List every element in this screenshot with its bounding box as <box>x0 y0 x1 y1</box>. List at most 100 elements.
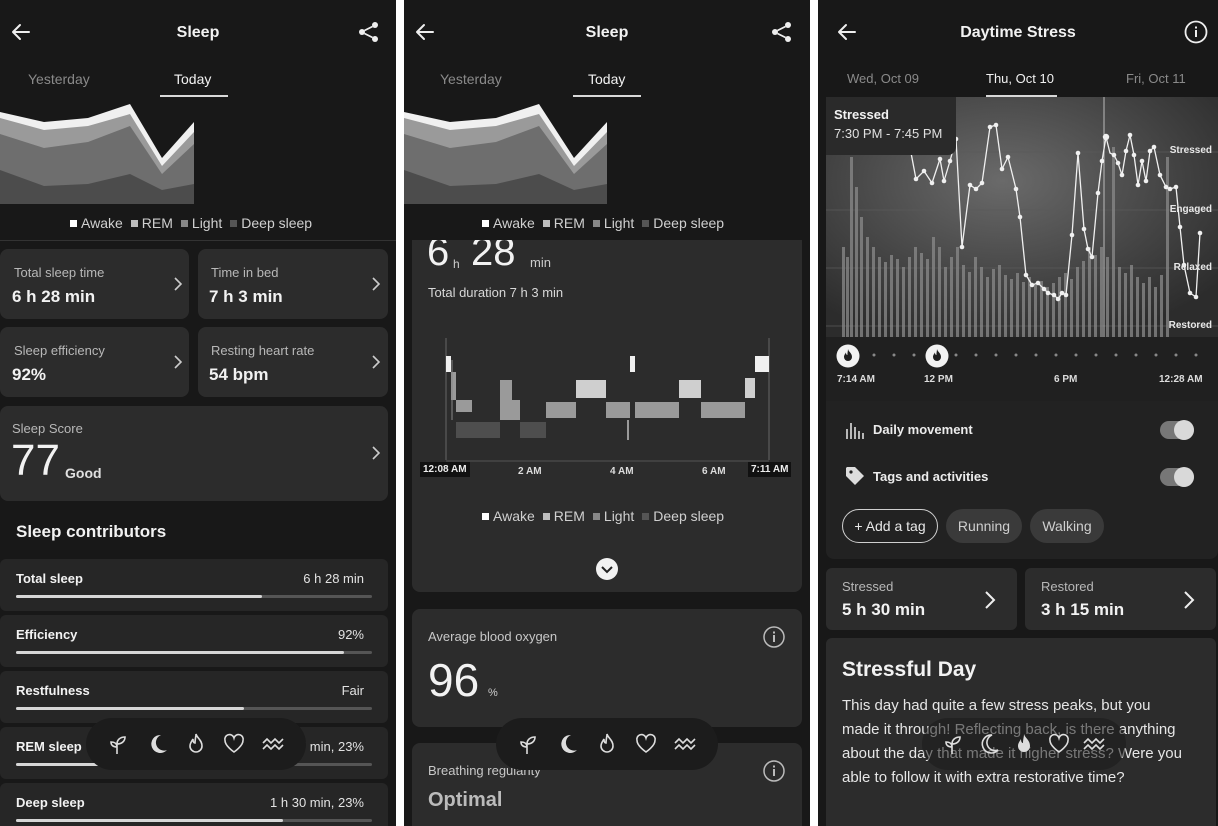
page-title: Sleep <box>585 24 629 41</box>
tab-wed-oct-09[interactable]: Wed, Oct 09 <box>847 71 919 86</box>
tag-chip-walking[interactable]: Walking <box>1030 509 1104 543</box>
chart-legend: Awake REM Light Deep sleep <box>70 215 312 231</box>
page-title: Sleep <box>176 24 220 41</box>
contributor-bar-fill <box>16 595 262 598</box>
contributor-bar <box>16 819 372 822</box>
tooltip-time: 7:30 PM - 7:45 PM <box>834 126 943 141</box>
tab-today[interactable]: Today <box>588 71 625 87</box>
contributor-name: Total sleep <box>16 571 83 586</box>
timeline-tick: 12 PM <box>924 374 953 385</box>
contributor-row[interactable]: Efficiency 92% <box>0 615 388 667</box>
chevron-right-icon <box>174 355 183 369</box>
hypnogram-tick: 4 AM <box>610 466 634 477</box>
hypnogram-tick: 6 AM <box>702 466 726 477</box>
share-icon[interactable] <box>770 20 794 44</box>
timeline-strip: 7:14 AM 12 PM 6 PM 12:28 AM <box>826 337 1218 401</box>
sprout-icon[interactable] <box>517 732 541 756</box>
activity-flame-icon[interactable] <box>836 344 860 368</box>
level-label-relaxed: Relaxed <box>1173 262 1212 273</box>
stressed-summary-card[interactable]: Stressed 5 h 30 min <box>826 568 1017 630</box>
info-icon[interactable] <box>1184 20 1208 44</box>
timeline-tick: 7:14 AM <box>837 374 875 385</box>
flame-icon[interactable] <box>184 732 208 756</box>
heart-icon[interactable] <box>634 732 658 756</box>
heart-icon[interactable] <box>1047 732 1071 756</box>
legend-item-rem: REM <box>542 508 585 524</box>
moon-icon[interactable] <box>977 732 1001 756</box>
sleep-score-card[interactable]: Sleep Score 77 Good <box>0 406 388 501</box>
tab-fri-oct-11[interactable]: Fri, Oct 11 <box>1126 71 1186 86</box>
moon-icon[interactable] <box>146 732 170 756</box>
share-icon[interactable] <box>357 20 381 44</box>
chevron-right-icon <box>372 446 381 460</box>
resting-heart-rate-card[interactable]: Resting heart rate 54 bpm <box>198 327 388 397</box>
tags-activities-toggle[interactable] <box>1160 467 1194 487</box>
tag-icon <box>846 467 864 485</box>
total-duration: Total duration 7 h 3 min <box>428 285 564 300</box>
waves-icon[interactable] <box>1082 732 1106 756</box>
restored-summary-card[interactable]: Restored 3 h 15 min <box>1025 568 1216 630</box>
chart-options-panel: Daily movement Tags and activities + Add… <box>826 401 1218 559</box>
contributor-bar <box>16 651 372 654</box>
waves-icon[interactable] <box>261 732 285 756</box>
contributor-value: Fair <box>341 683 364 698</box>
breathing-value: Optimal <box>428 789 503 811</box>
hypnogram-start-time: 12:08 AM <box>420 462 470 477</box>
heart-icon[interactable] <box>222 732 246 756</box>
sleep-efficiency-card[interactable]: Sleep efficiency 92% <box>0 327 189 397</box>
sleep-stages-area-chart <box>404 104 607 204</box>
legend-item-deep: Deep sleep <box>230 215 312 231</box>
legend-item-light: Light <box>592 508 634 524</box>
hypnogram-legend: Awake REM Light Deep sleep <box>482 508 724 524</box>
expand-chevron-icon[interactable] <box>595 557 619 581</box>
info-icon[interactable] <box>762 759 786 783</box>
card-label: Resting heart rate <box>211 343 315 358</box>
insight-title: Stressful Day <box>842 658 977 681</box>
tab-yesterday[interactable]: Yesterday <box>440 71 502 87</box>
card-value: 3 h 15 min <box>1041 600 1125 619</box>
hypnogram-end-time: 7:11 AM <box>748 462 792 477</box>
contributor-row[interactable]: Deep sleep 1 h 30 min, 23% <box>0 783 388 826</box>
duration-min-unit: min <box>530 255 551 270</box>
flame-icon[interactable] <box>1012 732 1036 756</box>
moon-icon[interactable] <box>556 732 580 756</box>
tooltip-title: Stressed <box>834 107 889 122</box>
add-tag-chip[interactable]: + Add a tag <box>842 509 938 543</box>
stress-tooltip: Stressed 7:30 PM - 7:45 PM <box>826 97 956 155</box>
waves-icon[interactable] <box>673 732 697 756</box>
legend-item-awake: Awake <box>70 215 123 231</box>
contributor-name: Restfulness <box>16 683 90 698</box>
contributor-row[interactable]: Restfulness Fair <box>0 671 388 723</box>
flame-icon[interactable] <box>595 732 619 756</box>
tag-chip-running[interactable]: Running <box>946 509 1022 543</box>
tags-activities-label: Tags and activities <box>873 469 989 484</box>
info-icon[interactable] <box>762 625 786 649</box>
total-sleep-card[interactable]: Total sleep time 6 h 28 min <box>0 249 189 319</box>
card-label: Total sleep time <box>14 265 105 280</box>
sleep-stages-area-chart <box>0 104 194 204</box>
divider <box>0 240 396 241</box>
timeline-tick: 6 PM <box>1054 374 1078 385</box>
sprout-icon[interactable] <box>107 732 131 756</box>
level-label-engaged: Engaged <box>1169 204 1212 215</box>
tab-underline <box>160 95 228 97</box>
legend-item-rem: REM <box>542 215 585 231</box>
chevron-right-icon <box>372 355 381 369</box>
tab-today[interactable]: Today <box>174 71 211 87</box>
score-value: 77 <box>11 436 60 485</box>
tab-thu-oct-10[interactable]: Thu, Oct 10 <box>986 71 1054 86</box>
activity-flame-icon[interactable] <box>925 344 949 368</box>
duration-h-unit: h <box>453 257 460 271</box>
page-title: Daytime Stress <box>960 24 1076 41</box>
score-label: Sleep Score <box>12 421 83 436</box>
contributor-bar-fill <box>16 651 344 654</box>
sprout-icon[interactable] <box>942 732 966 756</box>
card-value: 5 h 30 min <box>842 600 926 619</box>
card-label: Stressed <box>842 579 894 594</box>
blood-oxygen-card[interactable]: Average blood oxygen 96 % <box>412 609 802 727</box>
time-in-bed-card[interactable]: Time in bed 7 h 3 min <box>198 249 388 319</box>
tab-yesterday[interactable]: Yesterday <box>28 71 90 87</box>
daily-movement-toggle[interactable] <box>1160 420 1194 440</box>
contributor-bar-fill <box>16 707 244 710</box>
contributor-row[interactable]: Total sleep 6 h 28 min <box>0 559 388 611</box>
